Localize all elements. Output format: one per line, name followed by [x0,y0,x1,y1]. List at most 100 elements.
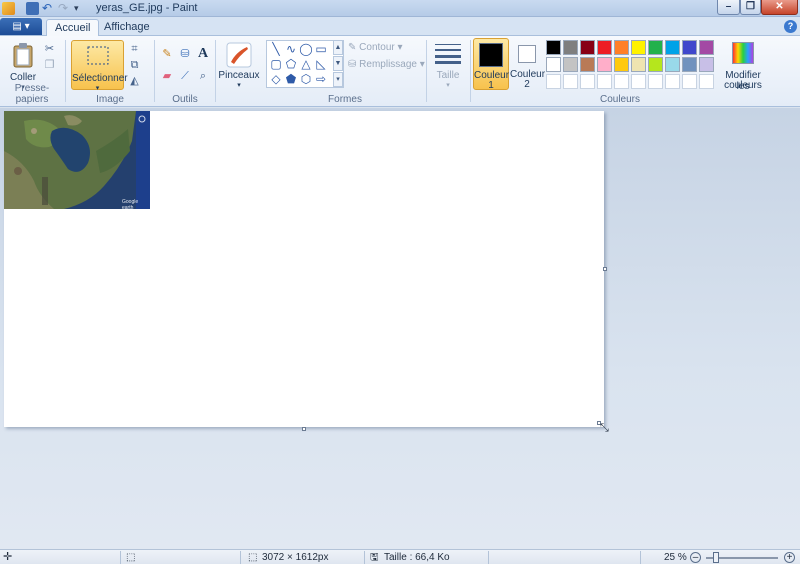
pentagon-shape-icon[interactable]: ⬟ [284,72,298,86]
drawing-canvas[interactable]: Google earth [4,111,604,427]
color2-button[interactable]: Couleur 2 [510,38,545,90]
brushes-button[interactable]: Pinceaux ▾ [218,40,260,90]
palette-swatch[interactable] [614,40,629,55]
palette-swatch[interactable] [597,57,612,72]
palette-empty-swatch[interactable] [614,74,629,89]
satellite-image[interactable]: Google earth [4,111,150,209]
palette-empty-swatch[interactable] [631,74,646,89]
zoom-out-icon[interactable]: – [690,552,701,563]
separator [364,551,365,564]
palette-empty-swatch[interactable] [682,74,697,89]
zoom-in-icon[interactable]: + [784,552,795,563]
palette-swatch[interactable] [580,40,595,55]
outline-button[interactable]: ✎ Contour ▾ [348,41,403,55]
palette-swatch[interactable] [614,57,629,72]
tab-view[interactable]: Affichage [96,19,158,37]
palette-swatch[interactable] [546,57,561,72]
palette-swatch[interactable] [699,57,714,72]
zoom-slider-thumb[interactable] [713,552,719,563]
rounded-rect-shape-icon[interactable]: ▢ [269,57,283,71]
canvas-dimensions: 3072 × 1612px [262,552,329,563]
oval-shape-icon[interactable]: ◯ [299,42,313,56]
selection-size-icon: ⬚ [126,552,136,563]
rotate-icon[interactable]: ◭ [127,74,142,89]
group-label-shapes: Formes [328,94,362,105]
curve-shape-icon[interactable]: ∿ [284,42,298,56]
group-label-tools: Outils [172,94,198,105]
minimize-button[interactable]: – [717,0,740,15]
palette-empty-swatch[interactable] [699,74,714,89]
rainbow-palette-icon [732,42,754,64]
palette-swatch[interactable] [648,57,663,72]
diamond-shape-icon[interactable]: ◇ [269,72,283,86]
shapes-scroll-down-icon[interactable]: ▼ [333,56,343,71]
copy-icon[interactable]: ❐ [42,58,57,73]
palette-empty-swatch[interactable] [546,74,561,89]
canvas-workspace[interactable]: Google earth ⤡ [0,108,800,549]
size-button[interactable]: Taille ▾ [430,40,466,90]
palette-swatch[interactable] [563,40,578,55]
maximize-button[interactable]: ❐ [740,0,761,15]
palette-swatch[interactable] [546,40,561,55]
polygon-shape-icon[interactable]: ⬠ [284,57,298,71]
palette-empty-swatch[interactable] [665,74,680,89]
color-picker-icon[interactable]: ⟋ [177,68,193,84]
line-width-icon [435,44,461,64]
undo-icon[interactable]: ↶ [42,2,55,15]
palette-swatch[interactable] [563,57,578,72]
color1-button[interactable]: Couleur 1 [473,38,509,91]
right-triangle-shape-icon[interactable]: ◺ [314,57,328,71]
resize-handle-right[interactable] [603,267,607,271]
tab-home[interactable]: Accueil [46,19,100,37]
redo-icon[interactable]: ↷ [58,2,71,15]
close-button[interactable]: ✕ [761,0,798,15]
text-icon[interactable]: A [195,46,211,62]
file-menu-button[interactable]: ▤ ▾ [0,18,42,35]
pencil-icon[interactable]: ✎ [159,46,175,62]
fill-button[interactable]: ⛁ Remplissage ▾ [348,58,425,72]
palette-empty-swatch[interactable] [648,74,663,89]
palette-swatch[interactable] [580,57,595,72]
palette-empty-swatch[interactable] [580,74,595,89]
rectangle-shape-icon[interactable]: ▭ [314,42,328,56]
color2-swatch [518,45,536,63]
palette-swatch[interactable] [631,57,646,72]
save-icon[interactable] [26,2,39,15]
palette-swatch[interactable] [682,40,697,55]
palette-empty-swatch[interactable] [563,74,578,89]
resize-icon[interactable]: ⧉ [127,58,142,73]
paint-app-icon[interactable] [2,2,15,15]
brushes-dropdown-icon: ▾ [237,82,241,89]
shapes-scroll-up-icon[interactable]: ▲ [333,40,343,55]
group-image: Sélectionner ▾ ⌗ ⧉ ◭ Image [66,38,154,106]
separator [470,40,471,102]
palette-swatch[interactable] [597,40,612,55]
select-button[interactable]: Sélectionner ▾ [71,40,128,92]
line-shape-icon[interactable]: ╲ [269,42,283,56]
resize-handle-bottom[interactable] [302,427,306,431]
fill-bucket-icon[interactable]: ⛁ [177,46,193,62]
arrow-shape-icon[interactable]: ⇨ [314,72,328,86]
file-size-icon: 🖫 [370,552,379,563]
edit-colors-button[interactable]: Modifier les couleurs [718,38,768,92]
triangle-shape-icon[interactable]: △ [299,57,313,71]
palette-swatch[interactable] [648,40,663,55]
magnifier-icon[interactable]: ⌕ [195,68,211,84]
shapes-expand-icon[interactable]: ▾ [333,72,343,87]
palette-swatch[interactable] [682,57,697,72]
palette-empty-swatch[interactable] [597,74,612,89]
cut-icon[interactable]: ✂ [42,42,57,57]
crop-icon[interactable]: ⌗ [127,42,142,57]
palette-swatch[interactable] [665,57,680,72]
palette-swatch[interactable] [665,40,680,55]
status-bar: ✛ ⬚ ⬚ 3072 × 1612px 🖫 Taille : 66,4 Ko 2… [0,549,800,564]
palette-swatch[interactable] [699,40,714,55]
eraser-icon[interactable]: ▰ [159,68,175,84]
hexagon-shape-icon[interactable]: ⬡ [299,72,313,86]
customize-toolbar-icon[interactable]: ▾ [74,2,87,15]
image-watermark: Google earth [122,199,139,209]
separator [488,551,489,564]
help-icon[interactable]: ? [784,20,797,33]
palette-swatch[interactable] [631,40,646,55]
select-dropdown-icon: ▾ [95,85,100,92]
